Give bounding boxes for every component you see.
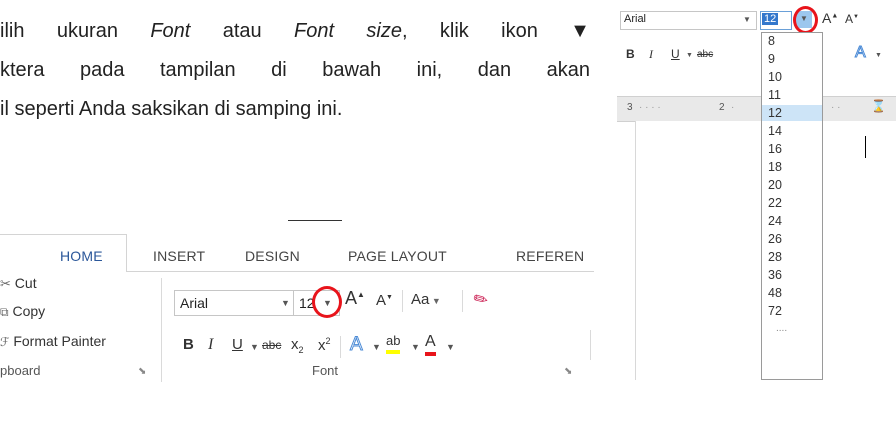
underline-dropdown-icon[interactable]: ▼: [250, 342, 259, 352]
separator: [402, 290, 403, 312]
size-option-22[interactable]: 22: [762, 195, 822, 211]
format-painter-icon: ℱ: [0, 335, 10, 349]
font-name-box[interactable]: Arial ▼: [620, 11, 757, 30]
group-separator: [590, 330, 591, 360]
italic-button[interactable]: I: [208, 336, 213, 354]
superscript-button[interactable]: x2: [318, 336, 331, 354]
grow-font-button[interactable]: A▲: [822, 10, 838, 26]
highlight-button[interactable]: ab: [386, 332, 401, 354]
font-size-dropdown-list: 8 9 10 11 12 14 16 18 20 22 24 26 28 36 …: [761, 32, 823, 380]
size-option-26[interactable]: 26: [762, 231, 822, 247]
size-option-9[interactable]: 9: [762, 51, 822, 67]
underline-button[interactable]: U: [232, 336, 243, 353]
cut-button[interactable]: ✂ Cut: [0, 275, 37, 292]
mini-toolbar: Arial ▼ 12 ▼ A▲ A▼ B I U ▼ abc A ▼: [617, 0, 896, 78]
size-option-18[interactable]: 18: [762, 159, 822, 175]
separator: [462, 290, 463, 312]
tab-page-layout[interactable]: PAGE LAYOUT: [348, 248, 447, 264]
underline-button[interactable]: U: [671, 47, 680, 61]
italic-button[interactable]: I: [649, 47, 653, 62]
more-sizes-indicator: ....: [776, 323, 788, 334]
separator: [340, 336, 341, 358]
instruction-line-3: il seperti Anda saksikan di samping ini.: [0, 98, 343, 120]
bold-button[interactable]: B: [626, 47, 635, 61]
highlight-dropdown-icon[interactable]: ▼: [411, 342, 420, 352]
font-color-dropdown-icon[interactable]: ▼: [446, 342, 455, 352]
text-effects-dropdown-icon[interactable]: ▼: [372, 342, 381, 352]
chevron-down-icon[interactable]: ▼: [743, 15, 751, 24]
text-effects-button[interactable]: A: [855, 44, 867, 62]
tab-design[interactable]: DESIGN: [245, 248, 300, 264]
highlight-circle: [312, 286, 342, 318]
font-color-button[interactable]: A: [425, 332, 436, 356]
tab-home[interactable]: HOME: [60, 248, 103, 264]
word-window: Arial ▼ 12 ▼ A▲ A▼ B I U ▼ abc A ▼ 3 · ·…: [617, 0, 896, 380]
subscript-button[interactable]: x2: [291, 336, 304, 355]
indent-marker-icon[interactable]: ⌛: [871, 99, 886, 113]
clear-formatting-icon[interactable]: ✎: [470, 288, 492, 312]
text-cursor: [865, 136, 866, 158]
clipboard-group-label: pboard: [0, 363, 41, 378]
ribbon-screenshot: HOME INSERT DESIGN PAGE LAYOUT REFEREN ✂…: [0, 212, 594, 427]
tab-insert[interactable]: INSERT: [153, 248, 205, 264]
divider: [288, 220, 342, 221]
chevron-down-icon[interactable]: ▼: [281, 298, 290, 308]
highlight-circle: [793, 6, 818, 34]
ribbon-tabs: HOME INSERT DESIGN PAGE LAYOUT REFEREN: [0, 234, 594, 273]
strikethrough-button[interactable]: abc: [697, 49, 713, 60]
size-option-72[interactable]: 72: [762, 303, 822, 319]
size-option-10[interactable]: 10: [762, 69, 822, 85]
instruction-line-2: ktera pada tampilan di bawah ini, dan ak…: [0, 59, 590, 81]
shrink-font-button[interactable]: A▼: [376, 292, 393, 309]
instruction-paragraph: ilih ukuran Font atau Font size, klik ik…: [0, 12, 590, 129]
ribbon-body: ✂ Cut ⧉ Copy ℱ Format Painter pboard ⬊ A…: [0, 272, 594, 427]
change-case-button[interactable]: Aa ▼: [411, 291, 441, 308]
font-size-box[interactable]: 12: [760, 11, 792, 30]
shrink-font-button[interactable]: A▼: [845, 12, 859, 26]
instruction-line-1: ilih ukuran Font atau Font size, klik ik…: [0, 20, 590, 42]
dialog-launcher-icon[interactable]: ⬊: [138, 366, 146, 377]
size-option-14[interactable]: 14: [762, 123, 822, 139]
font-name-box[interactable]: Arial ▼: [174, 290, 294, 316]
dialog-launcher-icon[interactable]: ⬊: [564, 366, 572, 377]
size-option-16[interactable]: 16: [762, 141, 822, 157]
size-option-36[interactable]: 36: [762, 267, 822, 283]
size-option-48[interactable]: 48: [762, 285, 822, 301]
strikethrough-button[interactable]: abc: [262, 338, 281, 352]
size-option-24[interactable]: 24: [762, 213, 822, 229]
format-painter-button[interactable]: ℱ Format Painter: [0, 333, 106, 349]
size-option-20[interactable]: 20: [762, 177, 822, 193]
font-group-label: Font: [312, 363, 339, 378]
size-option-8[interactable]: 8: [762, 33, 822, 49]
copy-button[interactable]: ⧉ Copy: [0, 303, 45, 320]
scissors-icon: ✂: [0, 276, 11, 291]
bold-button[interactable]: B: [183, 336, 194, 353]
tab-references[interactable]: REFEREN: [516, 248, 584, 264]
text-effects-dropdown-icon[interactable]: ▼: [875, 52, 882, 59]
size-option-12-selected[interactable]: 12: [762, 105, 822, 121]
group-separator: [161, 278, 162, 382]
font-name-value: Arial: [180, 295, 209, 311]
grow-font-button[interactable]: A▲: [345, 288, 365, 309]
size-option-28[interactable]: 28: [762, 249, 822, 265]
underline-dropdown-icon[interactable]: ▼: [686, 52, 693, 59]
copy-icon: ⧉: [0, 305, 9, 319]
ruler: 3 · · · · 2 · · · ⌛: [617, 96, 896, 122]
size-option-11[interactable]: 11: [762, 87, 822, 103]
text-effects-button[interactable]: A: [350, 334, 364, 356]
